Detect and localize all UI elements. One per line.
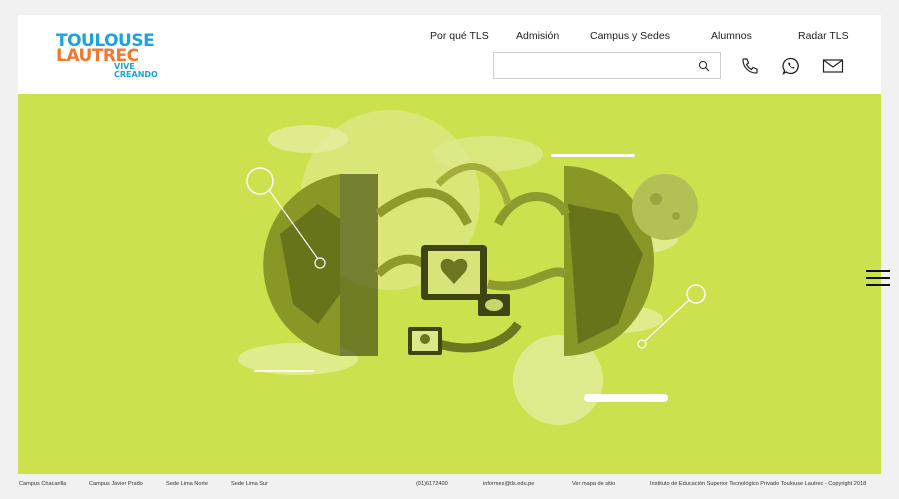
footer-copyright: Instituto de Educación Superior Tecnológ… [650,481,867,487]
nav-item-por-que-tls[interactable]: Por qué TLS [430,30,489,42]
footer-sitemap-link[interactable]: Ver mapa de sitio [572,481,615,487]
search-icon[interactable] [698,60,710,72]
hamburger-icon[interactable] [866,268,892,288]
whatsapp-icon[interactable] [781,56,801,76]
site-header: TOULOUSE LAUTREC VIVE CREANDO Por qué TL… [18,15,881,94]
deco-bar-bottom [584,394,668,402]
ring-right [686,284,706,304]
footer-email[interactable]: informes@tls.edu.pe [483,481,534,487]
nav-item-radar-tls[interactable]: Radar TLS [798,30,849,42]
main-nav: Por qué TLS Admisión Campus y Sedes Alum… [18,30,881,44]
footer-link-campus-javier-prado[interactable]: Campus Javier Prado [89,481,143,487]
cloud [268,125,348,153]
globe-machine-heart-illustration [238,110,706,425]
cloud [433,136,543,172]
footer-link-sede-lima-sur[interactable]: Sede Lima Sur [231,481,268,487]
site-footer: Campus Chacarilla Campus Javier Prado Se… [0,476,899,499]
page-frame: TOULOUSE LAUTREC VIVE CREANDO Por qué TL… [18,15,881,474]
footer-link-campus-chacarilla[interactable]: Campus Chacarilla [19,481,66,487]
moon [632,174,698,240]
logo-line-4: CREANDO [114,70,158,79]
hero-banner[interactable] [18,94,881,474]
nav-item-campus-y-sedes[interactable]: Campus y Sedes [590,30,670,42]
phone-icon[interactable] [740,56,760,76]
brain-icon [485,299,503,311]
deco-bar-top [551,154,635,157]
search-box [493,52,721,79]
nav-item-admision[interactable]: Admisión [516,30,559,42]
lightbulb-icon [420,334,430,344]
mail-icon[interactable] [822,56,844,76]
nav-item-alumnos[interactable]: Alumnos [711,30,752,42]
footer-phone[interactable]: (01)6172400 [416,481,448,487]
footer-link-sede-lima-norte[interactable]: Sede Lima Norte [166,481,208,487]
search-input[interactable] [494,53,684,78]
